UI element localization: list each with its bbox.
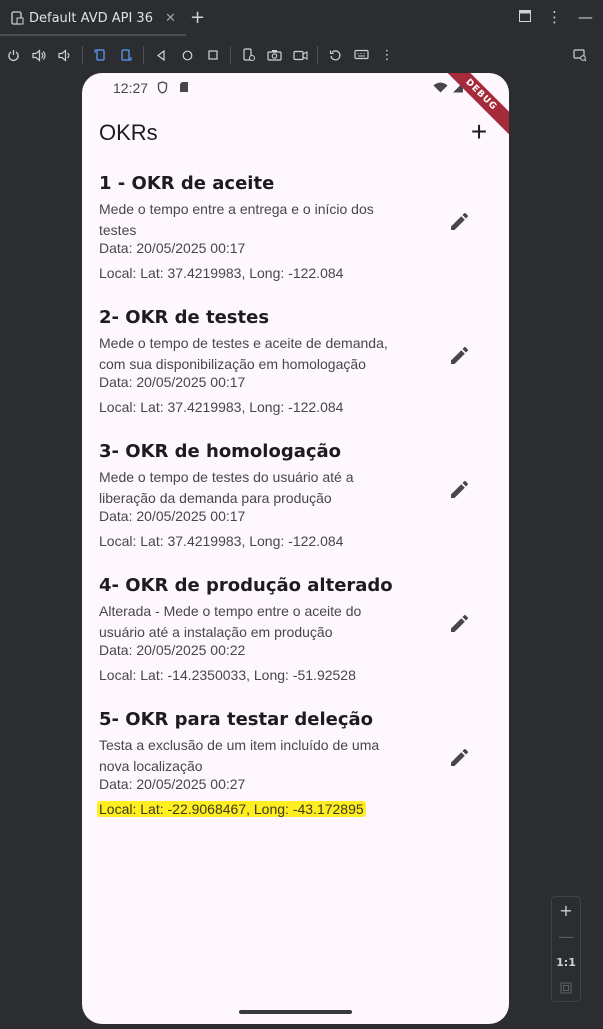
window-controls: ⋮ — (519, 8, 593, 26)
layout-icon[interactable] (519, 8, 531, 26)
tab-title: Default AVD API 36 (29, 10, 153, 26)
okr-description: Mede o tempo de testes do usuário até a … (99, 469, 354, 506)
shield-icon (157, 81, 168, 97)
zoom-actual-size-button[interactable]: 1:1 (552, 949, 580, 975)
app-bar: OKRs + (82, 111, 509, 159)
edit-icon (451, 481, 468, 498)
edit-button[interactable] (442, 339, 476, 373)
okr-description: Mede o tempo entre a entrega e o início … (99, 201, 374, 238)
okr-title: 5- OKR para testar deleção (99, 709, 374, 730)
close-tab-icon[interactable]: ✕ (165, 11, 176, 26)
toolbar-divider (143, 46, 144, 64)
zoom-in-button[interactable]: + (552, 897, 580, 923)
okr-location-highlighted: Local: Lat: -22.9068467, Long: -43.17289… (97, 801, 366, 817)
okr-title: 1 - OKR de aceite (99, 173, 275, 194)
okr-description: Alterada - Mede o tempo entre o aceite d… (99, 603, 362, 640)
zoom-controls: + — 1:1 (551, 896, 581, 1002)
okr-description: Mede o tempo de testes e aceite de deman… (99, 335, 388, 372)
fold-icon[interactable] (235, 42, 261, 68)
edit-button[interactable] (442, 473, 476, 507)
okr-date: Data: 20/05/2025 00:17 (99, 240, 246, 256)
status-time: 12:27 (113, 80, 149, 96)
add-okr-button[interactable]: + (463, 117, 495, 149)
okr-location: Local: Lat: 37.4219983, Long: -122.084 (99, 265, 344, 281)
toolbar-divider (317, 46, 318, 64)
okr-location: Local: Lat: 37.4219983, Long: -122.084 (99, 533, 344, 549)
page-title: OKRs (99, 120, 158, 145)
zoom-out-button[interactable]: — (552, 923, 580, 949)
toolbar-divider (82, 46, 83, 64)
emulator-screen[interactable]: 12:27 DEBUG OKRs + 1 - OKR de aceite Med… (82, 73, 509, 1024)
device-icon (11, 11, 24, 25)
okr-date: Data: 20/05/2025 00:17 (99, 374, 246, 390)
zoom-fit-button[interactable] (552, 975, 580, 1001)
volume-up-icon[interactable] (26, 42, 52, 68)
okr-location: Local: Lat: -14.2350033, Long: -51.92528 (99, 667, 356, 683)
edit-button[interactable] (442, 607, 476, 641)
edit-icon (451, 213, 468, 230)
status-bar: 12:27 DEBUG (82, 73, 509, 137)
okr-date: Data: 20/05/2025 00:27 (99, 776, 246, 792)
okr-list: 1 - OKR de aceite Mede o tempo entre a e… (82, 167, 509, 837)
emulator-toolbar: ⋮ (0, 40, 603, 70)
okr-title: 2- OKR de testes (99, 307, 270, 328)
rotate-right-icon[interactable] (113, 42, 139, 68)
okr-title: 4- OKR de produção alterado (99, 575, 393, 596)
fit-screen-icon (560, 982, 572, 994)
more-icon[interactable]: ⋮ (374, 42, 400, 68)
home-indicator[interactable] (239, 1010, 352, 1014)
camera-icon[interactable] (261, 42, 287, 68)
okr-date: Data: 20/05/2025 00:17 (99, 508, 246, 524)
tab-underline (0, 34, 186, 36)
edit-icon (451, 749, 468, 766)
okr-title: 3- OKR de homologação (99, 441, 342, 462)
keyboard-icon[interactable] (348, 42, 374, 68)
device-manager-icon[interactable] (567, 42, 593, 68)
list-item[interactable]: 4- OKR de produção alterado Alterada - M… (82, 569, 509, 703)
back-icon[interactable] (148, 42, 174, 68)
edit-button[interactable] (442, 205, 476, 239)
rotate-left-icon[interactable] (87, 42, 113, 68)
record-icon[interactable] (287, 42, 313, 68)
okr-location: Local: Lat: 37.4219983, Long: -122.084 (99, 399, 344, 415)
okr-date: Data: 20/05/2025 00:22 (99, 642, 246, 658)
title-bar: Default AVD API 36 ✕ + ⋮ — (0, 0, 603, 36)
overview-icon[interactable] (200, 42, 226, 68)
sd-card-icon (179, 81, 189, 96)
list-item[interactable]: 3- OKR de homologação Mede o tempo de te… (82, 435, 509, 569)
toolbar-divider (230, 46, 231, 64)
edit-icon (451, 615, 468, 632)
wifi-icon (433, 82, 448, 96)
power-icon[interactable] (0, 42, 26, 68)
home-icon[interactable] (174, 42, 200, 68)
list-item[interactable]: 5- OKR para testar deleção Testa a exclu… (82, 703, 509, 837)
okr-description: Testa a exclusão de um item incluído de … (99, 737, 380, 774)
edit-button[interactable] (442, 741, 476, 775)
more-options-icon[interactable]: ⋮ (547, 8, 562, 26)
reset-icon[interactable] (322, 42, 348, 68)
volume-down-icon[interactable] (52, 42, 78, 68)
edit-icon (451, 347, 468, 364)
list-item[interactable]: 1 - OKR de aceite Mede o tempo entre a e… (82, 167, 509, 301)
list-item[interactable]: 2- OKR de testes Mede o tempo de testes … (82, 301, 509, 435)
device-tab[interactable]: Default AVD API 36 ✕ (0, 0, 176, 36)
new-tab-button[interactable]: + (190, 7, 205, 28)
minimize-icon[interactable]: — (578, 8, 593, 26)
